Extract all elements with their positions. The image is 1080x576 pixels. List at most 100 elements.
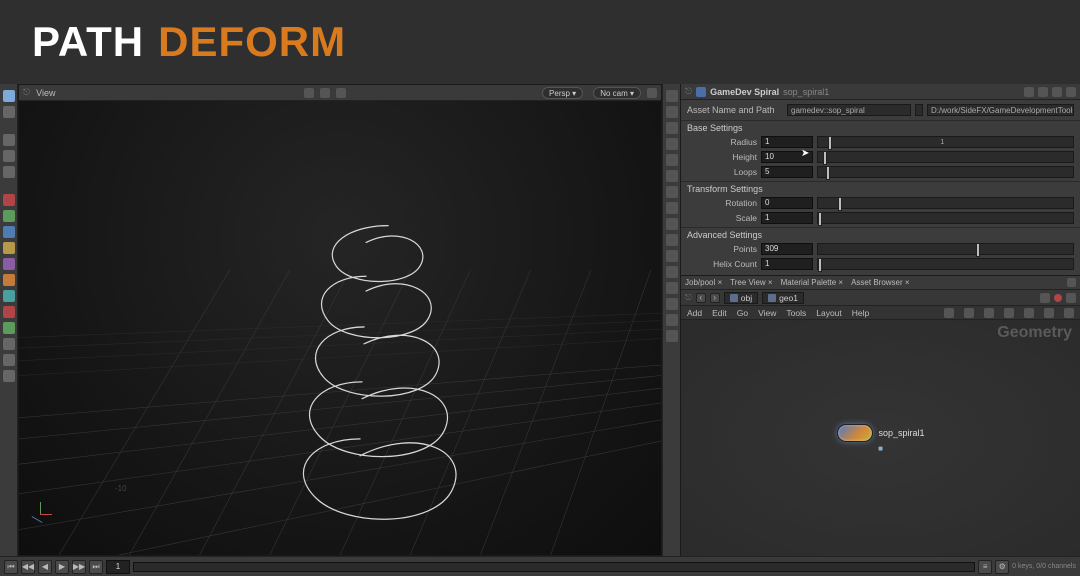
camera-dropdown[interactable]: Persp ▾ xyxy=(542,87,583,99)
display-option-icon[interactable] xyxy=(666,202,678,214)
pin-icon[interactable]: ⎋ xyxy=(23,87,30,98)
step-back-button[interactable]: ◀◀ xyxy=(21,560,35,574)
pin-icon[interactable]: ⎋ xyxy=(685,292,692,303)
param-value-field[interactable]: 309 xyxy=(761,243,813,255)
section-base-settings[interactable]: Base Settings xyxy=(681,120,1080,134)
shelf-icon[interactable] xyxy=(3,322,15,334)
pane-menu-icon[interactable] xyxy=(1067,278,1076,287)
expand-icon[interactable] xyxy=(1066,87,1076,97)
param-value-field[interactable]: 0 xyxy=(761,197,813,209)
shelf-icon[interactable] xyxy=(3,226,15,238)
tab-assetbrowser[interactable]: Asset Browser × xyxy=(851,278,909,287)
rotate-tool-icon[interactable] xyxy=(3,150,15,162)
node-sop-spiral[interactable]: sop_spiral1 ■ xyxy=(836,424,924,442)
display-option-icon[interactable] xyxy=(666,298,678,310)
current-frame-field[interactable]: 1 xyxy=(106,560,130,574)
network-tool-icon[interactable] xyxy=(1024,308,1034,318)
pointer-tool-icon[interactable] xyxy=(3,106,15,118)
display-option-icon[interactable] xyxy=(666,154,678,166)
shelf-icon[interactable] xyxy=(3,274,15,286)
asset-name-dropdown[interactable] xyxy=(915,104,923,116)
display-option-icon[interactable] xyxy=(666,106,678,118)
menu-go[interactable]: Go xyxy=(737,308,748,318)
param-value-field[interactable]: 10 xyxy=(761,151,813,163)
scale-tool-icon[interactable] xyxy=(3,166,15,178)
shelf-icon[interactable] xyxy=(3,210,15,222)
display-option-icon[interactable] xyxy=(666,266,678,278)
path-tool-icon[interactable] xyxy=(1040,293,1050,303)
shelf-icon[interactable] xyxy=(3,290,15,302)
nav-back-button[interactable]: ‹ xyxy=(696,293,706,303)
viewport-3d[interactable]: -10 xyxy=(19,101,661,555)
timeline-opt-icon[interactable]: ⚙ xyxy=(995,560,1009,574)
help-icon[interactable] xyxy=(1052,87,1062,97)
tab-treeview[interactable]: Tree View × xyxy=(730,278,772,287)
menu-layout[interactable]: Layout xyxy=(816,308,842,318)
menu-help[interactable]: Help xyxy=(852,308,869,318)
no-cam-dropdown[interactable]: No cam ▾ xyxy=(593,87,641,99)
viewport-header-icon[interactable] xyxy=(647,88,657,98)
viewport-tool-icon[interactable] xyxy=(336,88,346,98)
record-indicator-icon[interactable] xyxy=(1054,294,1062,302)
section-advanced-settings[interactable]: Advanced Settings xyxy=(681,227,1080,241)
move-tool-icon[interactable] xyxy=(3,134,15,146)
timeline-opt-icon[interactable]: ≡ xyxy=(978,560,992,574)
param-slider[interactable] xyxy=(817,151,1074,163)
play-fwd-button[interactable]: ▶ xyxy=(55,560,69,574)
viewport-tool-icon[interactable] xyxy=(304,88,314,98)
network-tool-icon[interactable] xyxy=(984,308,994,318)
go-end-button[interactable]: ⏭ xyxy=(89,560,103,574)
tab-material[interactable]: Material Palette × xyxy=(781,278,843,287)
param-value-field[interactable]: 1 xyxy=(761,258,813,270)
viewport-tool-icon[interactable] xyxy=(320,88,330,98)
search-icon[interactable] xyxy=(1038,87,1048,97)
network-tool-icon[interactable] xyxy=(1044,308,1054,318)
param-slider[interactable]: 1 xyxy=(817,136,1074,148)
display-option-icon[interactable] xyxy=(666,282,678,294)
param-node-name[interactable]: sop_spiral1 xyxy=(783,87,829,97)
node-display-flag-icon[interactable]: ■ xyxy=(878,444,883,453)
path-tool-icon[interactable] xyxy=(1066,293,1076,303)
display-option-icon[interactable] xyxy=(666,122,678,134)
menu-edit[interactable]: Edit xyxy=(712,308,727,318)
display-option-icon[interactable] xyxy=(666,330,678,342)
param-value-field[interactable]: 1 xyxy=(761,212,813,224)
menu-add[interactable]: Add xyxy=(687,308,702,318)
display-option-icon[interactable] xyxy=(666,170,678,182)
shelf-icon[interactable] xyxy=(3,258,15,270)
path-crumb-geo[interactable]: geo1 xyxy=(762,292,804,304)
path-crumb-obj[interactable]: obj xyxy=(724,292,758,304)
menu-tools[interactable]: Tools xyxy=(786,308,806,318)
nav-fwd-button[interactable]: › xyxy=(710,293,720,303)
param-value-field[interactable]: 1 xyxy=(761,136,813,148)
network-tool-icon[interactable] xyxy=(964,308,974,318)
network-tool-icon[interactable] xyxy=(1064,308,1074,318)
shelf-icon[interactable] xyxy=(3,194,15,206)
display-option-icon[interactable] xyxy=(666,186,678,198)
select-tool-icon[interactable] xyxy=(3,90,15,102)
shelf-icon[interactable] xyxy=(3,354,15,366)
go-start-button[interactable]: ⏮ xyxy=(4,560,18,574)
network-tool-icon[interactable] xyxy=(1004,308,1014,318)
asset-name-field[interactable]: gamedev::sop_spiral xyxy=(787,104,911,116)
node-chip-icon[interactable] xyxy=(836,424,872,442)
display-option-icon[interactable] xyxy=(666,138,678,150)
asset-file-path-field[interactable]: D:/work/SideFX/GameDevelopmentToolset/ot… xyxy=(927,104,1074,116)
section-transform-settings[interactable]: Transform Settings xyxy=(681,181,1080,195)
timeline-track[interactable] xyxy=(133,562,975,572)
param-slider[interactable] xyxy=(817,166,1074,178)
display-option-icon[interactable] xyxy=(666,90,678,102)
display-option-icon[interactable] xyxy=(666,218,678,230)
pin-icon[interactable]: ⎋ xyxy=(685,86,692,97)
shelf-icon[interactable] xyxy=(3,242,15,254)
network-canvas[interactable]: Geometry sop_spiral1 ■ xyxy=(681,320,1080,556)
tab-jobspool[interactable]: Job/pool × xyxy=(685,278,722,287)
display-option-icon[interactable] xyxy=(666,314,678,326)
play-back-button[interactable]: ◀ xyxy=(38,560,52,574)
param-value-field[interactable]: 5 xyxy=(761,166,813,178)
display-option-icon[interactable] xyxy=(666,234,678,246)
shelf-icon[interactable] xyxy=(3,306,15,318)
display-option-icon[interactable] xyxy=(666,250,678,262)
network-tool-icon[interactable] xyxy=(944,308,954,318)
param-slider[interactable] xyxy=(817,212,1074,224)
